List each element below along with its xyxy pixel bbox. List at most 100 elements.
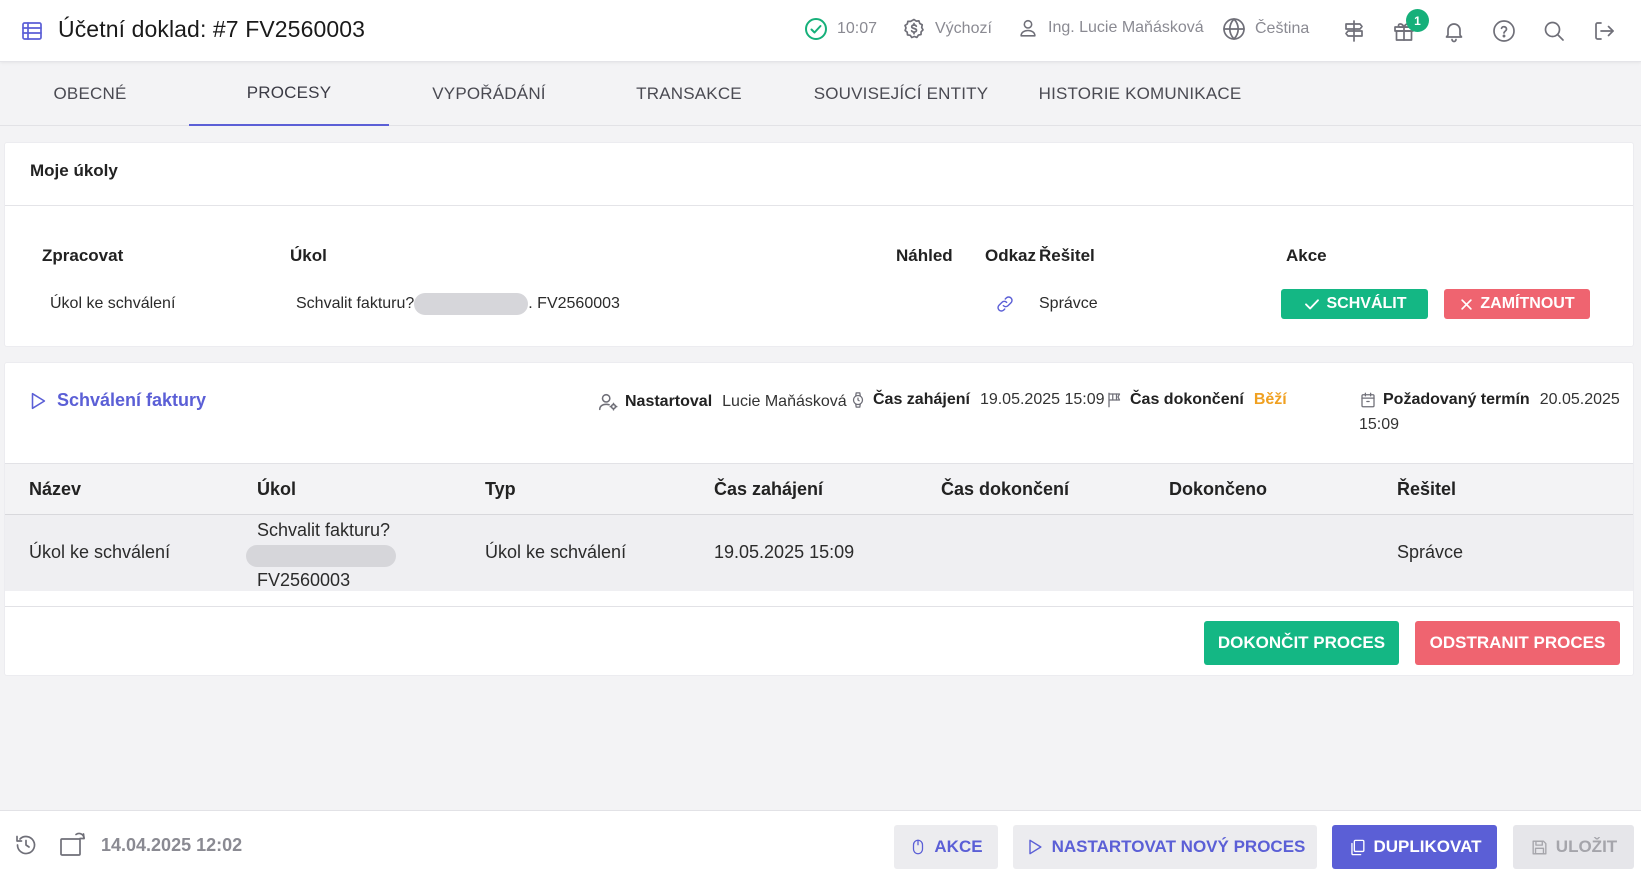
deadline-date: 20.05.2025 (1539, 391, 1620, 408)
flag-icon (1106, 391, 1124, 409)
bell-icon[interactable] (1440, 17, 1468, 45)
row-start: 19.05.2025 15:09 (714, 542, 855, 562)
tab-general[interactable]: OBECNÉ (0, 62, 180, 126)
play-icon[interactable] (27, 390, 49, 412)
start-time-label: Čas zahájení (873, 391, 970, 408)
col-name: Název (29, 479, 82, 499)
status-badge: Běží (1253, 391, 1287, 408)
row-task-line3: FV2560003 (257, 570, 351, 590)
reject-button[interactable]: ZAMÍTNOUT (1444, 289, 1590, 319)
logout-icon[interactable] (1590, 17, 1618, 45)
process-started-by: Nastartoval Lucie Maňásková (597, 391, 847, 413)
started-by-label: Nastartoval (625, 393, 713, 410)
divider (5, 606, 1633, 607)
save-label: ULOŽIT (1555, 837, 1618, 856)
duplicate-button[interactable]: DUPLIKOVAT (1332, 825, 1497, 869)
row-type: Úkol ke schválení (485, 542, 627, 562)
document-table-icon (20, 19, 44, 43)
signpost-icon[interactable] (1340, 17, 1368, 45)
process-start-time: Čas zahájení 19.05.2025 15:09 (849, 391, 1105, 409)
col-done: Dokončeno (1169, 479, 1268, 499)
col-process: Zpracovat (42, 246, 124, 265)
task-process-name: Úkol ke schválení (50, 295, 176, 312)
dollar-badge-icon (902, 17, 926, 41)
history-icon[interactable] (14, 833, 38, 857)
check-icon (1304, 299, 1319, 310)
row-task-line1: Schvalit fakturu? (257, 520, 391, 540)
tab-processes[interactable]: PROCESY (189, 62, 389, 126)
page-title: Účetní doklad: #7 FV2560003 (58, 16, 366, 42)
deadline-label: Požadovaný termín (1383, 391, 1530, 408)
start-new-process-label: NASTARTOVAT NOVÝ PROCES (1051, 837, 1306, 856)
play-icon (1028, 839, 1042, 855)
col-solver: Řešitel (1039, 246, 1095, 265)
actions-label: AKCE (934, 837, 983, 856)
globe-icon (1222, 17, 1246, 41)
my-tasks-card: Moje úkoly Zpracovat Úkol Náhled Odkaz Ř… (4, 142, 1634, 347)
tab-settlement[interactable]: VYPOŘÁDÁNÍ (389, 62, 589, 126)
tab-related-entities[interactable]: SOUVISEJÍCÍ ENTITY (801, 62, 1001, 126)
close-icon (1461, 298, 1473, 310)
col-task: Úkol (257, 479, 297, 499)
col-link: Odkaz (985, 246, 1037, 265)
tab-communication-history[interactable]: HISTORIE KOMUNIKACE (1030, 62, 1250, 126)
clock-time: 10:07 (837, 20, 878, 37)
my-tasks-title: Moje úkoly (30, 161, 118, 180)
end-time-label: Čas dokončení (1130, 391, 1244, 408)
complete-process-button[interactable]: DOKONČIT PROCES (1204, 621, 1399, 665)
redacted-block (414, 293, 529, 315)
user-cog-icon (597, 391, 619, 413)
process-deadline: Požadovaný termín 20.05.2025 (1359, 391, 1620, 409)
table-row[interactable]: Úkol ke schválení Schvalit fakturu? FV25… (5, 515, 1633, 591)
row-task-line2 (246, 543, 457, 568)
copy-icon (1350, 839, 1365, 855)
check-circle-icon (804, 17, 828, 41)
search-icon[interactable] (1540, 17, 1568, 45)
col-solver: Řešitel (1397, 479, 1457, 499)
calendar-icon (1359, 391, 1377, 409)
col-actions: Akce (1286, 246, 1327, 265)
window-restore-icon[interactable] (59, 831, 87, 859)
process-card: Schválení faktury Nastartoval Lucie Maňá… (4, 362, 1634, 676)
col-preview: Náhled (896, 246, 953, 265)
watch-icon (849, 391, 867, 409)
task-text-suffix: . FV2560003 (528, 295, 620, 313)
divider (5, 205, 1633, 206)
footer-bar: 14.04.2025 12:02 AKCE NASTARTOVAT NOVÝ P… (0, 810, 1641, 877)
language-switch[interactable]: Čeština (1222, 17, 1309, 41)
save-button[interactable]: ULOŽIT (1513, 825, 1634, 869)
approve-label: SCHVÁLIT (1326, 295, 1407, 312)
user-name: Ing. Lucie Maňásková (1048, 19, 1204, 36)
reject-label: ZAMÍTNOUT (1480, 295, 1575, 312)
task-description[interactable]: Schvalit fakturu? . FV2560003 (296, 293, 620, 315)
duplicate-label: DUPLIKOVAT (1373, 837, 1482, 856)
start-new-process-button[interactable]: NASTARTOVAT NOVÝ PROCES (1013, 825, 1317, 869)
gift-badge: 1 (1406, 9, 1429, 32)
currency-profile-label: Výchozí (935, 20, 992, 37)
tab-bar: OBECNÉ PROCESY VYPOŘÁDÁNÍ TRANSAKCE SOUV… (0, 62, 1641, 126)
process-end-time: Čas dokončení Běží (1106, 391, 1287, 409)
save-icon (1532, 839, 1547, 855)
actions-button[interactable]: AKCE (894, 825, 998, 869)
currency-profile[interactable]: Výchozí (902, 17, 992, 41)
row-name: Úkol ke schválení (29, 542, 171, 562)
process-name[interactable]: Schválení faktury (57, 390, 206, 411)
top-bar: Účetní doklad: #7 FV2560003 10:07 Výchoz… (0, 0, 1641, 62)
link-icon[interactable] (995, 294, 1015, 314)
start-time-value: 19.05.2025 15:09 (979, 391, 1105, 408)
deadline-time: 15:09 (1359, 416, 1400, 433)
row-task: Schvalit fakturu? FV2560003 (246, 518, 457, 593)
col-start-time: Čas zahájení (714, 479, 824, 499)
task-text-prefix: Schvalit fakturu? (296, 295, 415, 313)
deadline-time-wrap: 15:09 (1359, 416, 1399, 434)
user-menu[interactable]: Ing. Lucie Maňásková (1017, 17, 1204, 39)
col-type: Typ (485, 479, 516, 499)
approve-button[interactable]: SCHVÁLIT (1281, 289, 1428, 319)
redacted-block (246, 544, 396, 567)
process-table-header: Název Úkol Typ Čas zahájení Čas dokončen… (5, 463, 1633, 515)
sync-status: 10:07 (804, 17, 877, 41)
help-icon[interactable] (1490, 17, 1518, 45)
delete-process-button[interactable]: ODSTRANIT PROCES (1415, 621, 1620, 665)
tab-transactions[interactable]: TRANSAKCE (589, 62, 789, 126)
started-by-value: Lucie Maňásková (722, 393, 847, 410)
